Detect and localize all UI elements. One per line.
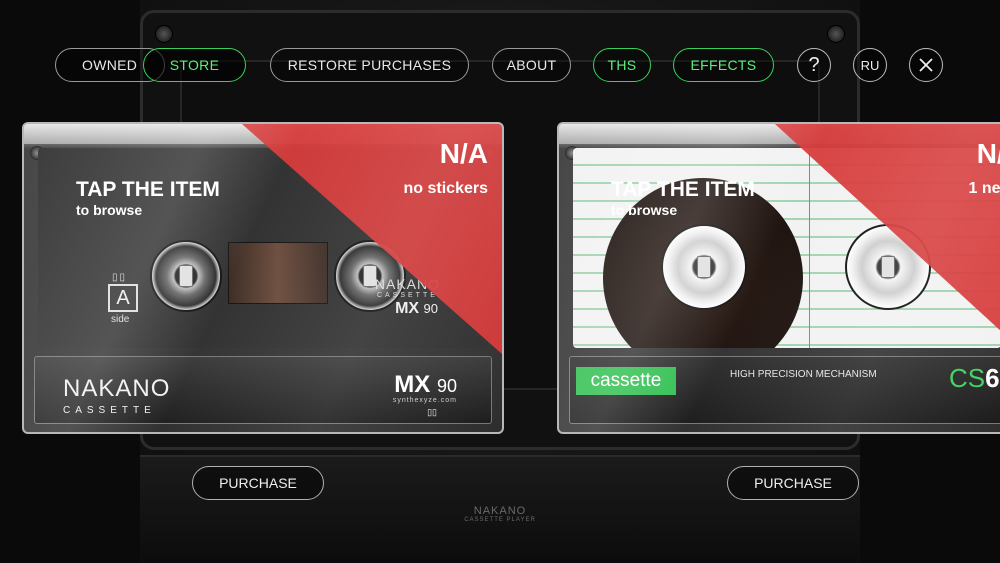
- cassette-bottom-strip: NAKANO CASSETTE MX 90 synthexyze.com ▯▯: [34, 356, 492, 424]
- tab-owned-label: OWNED: [82, 57, 138, 73]
- purchase-label: PURCHASE: [754, 475, 832, 491]
- about-button[interactable]: ABOUT: [492, 48, 571, 82]
- browse-hint: to browse: [611, 202, 678, 218]
- help-button[interactable]: ?: [797, 48, 831, 82]
- cassette-bottom-strip: cassette HIGH PRECISION MECHANISM CS60: [569, 356, 1000, 424]
- cassette-brand-name: NAKANO: [63, 375, 171, 402]
- close-button[interactable]: [909, 48, 943, 82]
- help-icon: ?: [808, 53, 820, 76]
- effects-label: EFFECTS: [690, 57, 757, 73]
- item-stickers: 1 new stic: [968, 180, 1000, 197]
- side-letter: A: [108, 284, 138, 312]
- label-brand-sub: CASSETTE: [376, 292, 438, 299]
- close-icon: [919, 58, 933, 72]
- ths-label: THS: [607, 57, 637, 73]
- label-model-name: MX: [395, 300, 420, 317]
- restore-purchases-label: RESTORE PURCHASES: [287, 57, 452, 73]
- cassette-brand: NAKANO CASSETTE: [63, 375, 170, 416]
- label-model-num: 90: [423, 301, 438, 316]
- cassette-tag: cassette: [576, 367, 676, 395]
- purchase-label: PURCHASE: [219, 475, 297, 491]
- cassette-item-mx90[interactable]: ▯▯ A side NAKANO CASSETTE MX 90 N/A no s…: [22, 122, 504, 434]
- cassette-model: MX 90: [394, 371, 457, 399]
- cassette-model-num: 90: [436, 376, 457, 396]
- language-label: RU: [860, 57, 880, 73]
- tab-store[interactable]: STORE: [143, 48, 246, 82]
- browse-hint: to browse: [76, 202, 143, 218]
- purchase-button-mx90[interactable]: PURCHASE: [192, 466, 324, 500]
- item-stickers: no stickers: [403, 180, 488, 197]
- cassette-url: synthexyze.com: [392, 397, 457, 404]
- reel-left-icon: [661, 224, 747, 310]
- about-label: ABOUT: [506, 57, 557, 73]
- deck-subtitle: CASSETTE PLAYER: [464, 517, 536, 523]
- purchase-button-cs60[interactable]: PURCHASE: [727, 466, 859, 500]
- cassette-item-cs60[interactable]: N/A 1 new stic TAP THE ITEM to browse ca…: [557, 122, 1000, 434]
- ths-button[interactable]: THS: [593, 48, 651, 82]
- cassette-model-name: MX: [394, 371, 431, 398]
- tap-hint: TAP THE ITEM: [76, 178, 220, 201]
- side-word: side: [111, 314, 130, 325]
- item-status: N/A: [439, 138, 488, 169]
- cassette-marks-icon: ▯▯: [427, 407, 437, 417]
- tape-window: [228, 242, 328, 304]
- restore-purchases-button[interactable]: RESTORE PURCHASES: [270, 48, 469, 82]
- mechanism-text: HIGH PRECISION MECHANISM: [730, 369, 877, 380]
- tap-hint: TAP THE ITEM: [611, 178, 755, 201]
- effects-button[interactable]: EFFECTS: [673, 48, 774, 82]
- ruled-vertical-line: [809, 148, 810, 348]
- tab-store-label: STORE: [169, 57, 220, 73]
- screw-icon: [827, 25, 845, 43]
- label-model: MX 90: [395, 300, 438, 318]
- screw-icon: [155, 25, 173, 43]
- cassette-brand-sub: CASSETTE: [63, 405, 156, 416]
- side-marks-icon: ▯▯: [112, 272, 128, 283]
- item-status: N/A: [976, 138, 1000, 169]
- reel-left-icon: [150, 240, 222, 312]
- deck-logo: NAKANO CASSETTE PLAYER: [440, 505, 560, 523]
- language-button[interactable]: RU: [853, 48, 887, 82]
- cassette-model-num: 60: [985, 363, 1000, 393]
- deck-brand: NAKANO: [473, 505, 527, 517]
- cassette-model-prefix: CS: [948, 363, 986, 393]
- cassette-model: CS60: [949, 363, 1000, 394]
